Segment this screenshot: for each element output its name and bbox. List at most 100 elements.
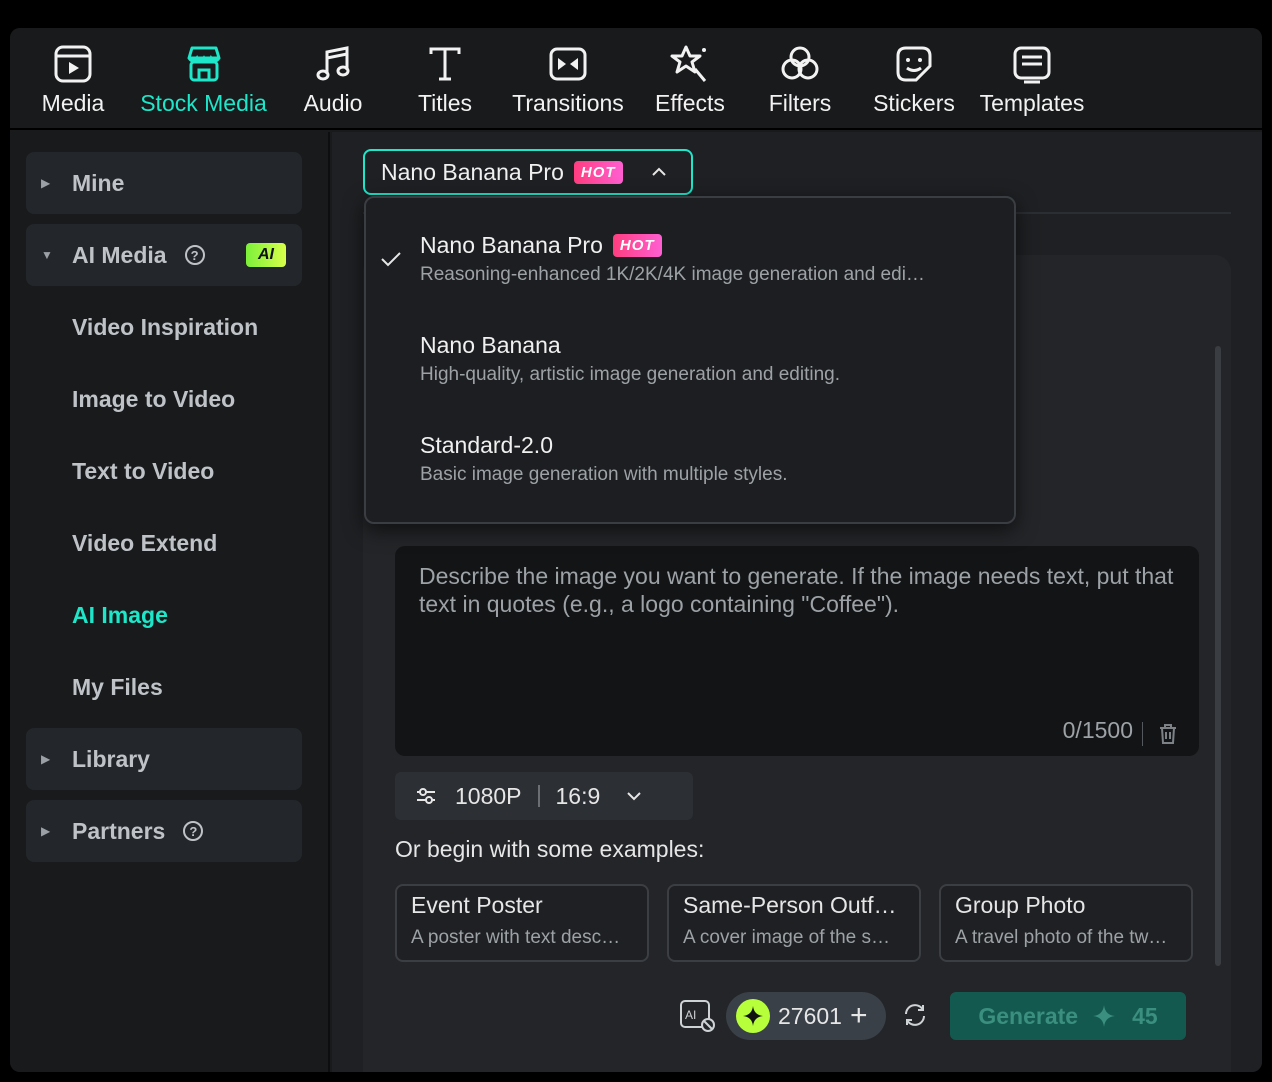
prompt-placeholder: Describe the image you want to generate.… — [419, 563, 1174, 617]
sticker-icon — [892, 42, 936, 86]
tab-stock-media-label: Stock Media — [140, 90, 267, 116]
sparkle-icon — [1093, 1005, 1115, 1027]
sidebar-group-mine[interactable]: ▶ Mine — [26, 152, 302, 214]
sidebar-item-text-to-video[interactable]: Text to Video — [72, 458, 214, 485]
tab-stickers[interactable]: Stickers — [870, 42, 958, 122]
sidebar-group-partners[interactable]: ▶ Partners ? — [26, 800, 302, 862]
help-icon[interactable]: ? — [184, 245, 205, 265]
store-icon — [182, 42, 226, 86]
tab-filters-label: Filters — [768, 90, 832, 116]
generate-cost: 45 — [1132, 1002, 1158, 1029]
sidebar-group-label: Library — [72, 745, 150, 772]
tab-titles[interactable]: Titles — [410, 42, 480, 122]
ai-detect-icon[interactable]: AI — [679, 998, 717, 1034]
chevron-right-icon: ▶ — [41, 824, 51, 838]
ratio-value: 16:9 — [555, 782, 601, 809]
divider — [1142, 722, 1143, 746]
scrollbar[interactable] — [1215, 346, 1221, 966]
sidebar: ▶ Mine ▼ AI Media ? AI Video Inspiration… — [10, 132, 330, 1072]
credits-pill[interactable]: 27601 + — [726, 992, 886, 1040]
hot-badge: HOT — [573, 160, 623, 184]
add-credits-icon[interactable]: + — [850, 1001, 868, 1031]
top-toolbar: Media Stock Media Audio Titles Transitio… — [10, 28, 1262, 130]
filter-circles-icon — [778, 42, 822, 86]
tab-transitions-label: Transitions — [512, 90, 624, 116]
example-card-title: Group Photo — [955, 892, 1086, 918]
chevron-up-icon — [651, 167, 666, 176]
sliders-icon — [417, 788, 435, 804]
model-option-nano-banana[interactable]: Nano Banana High-quality, artistic image… — [366, 298, 1014, 394]
trash-icon[interactable] — [1157, 722, 1179, 746]
model-option-name-text: Nano Banana — [420, 332, 561, 358]
svg-text:AI: AI — [685, 1008, 696, 1022]
tab-audio-label: Audio — [303, 90, 363, 116]
sidebar-group-label: Mine — [72, 169, 125, 196]
sidebar-group-label: AI Media — [72, 241, 167, 268]
generate-label: Generate — [978, 1002, 1079, 1029]
sidebar-item-video-inspiration[interactable]: Video Inspiration — [72, 314, 258, 341]
template-icon — [1010, 42, 1054, 86]
star-wand-icon — [668, 42, 712, 86]
tab-stickers-label: Stickers — [873, 90, 955, 116]
tab-audio[interactable]: Audio — [298, 42, 368, 122]
model-option-name-text: Standard-2.0 — [420, 432, 553, 458]
model-option-desc: High-quality, artistic image generation … — [420, 364, 840, 385]
model-option-name-text: Nano Banana Pro — [420, 232, 603, 258]
chevron-down-icon — [627, 792, 641, 801]
tab-titles-label: Titles — [417, 90, 473, 116]
tab-media-label: Media — [41, 90, 105, 116]
examples-title: Or begin with some examples: — [395, 836, 705, 862]
chevron-right-icon: ▶ — [41, 176, 51, 190]
model-option-name: Nano Banana Pro HOT — [420, 232, 662, 259]
example-card-desc: A cover image of the s… — [683, 927, 890, 948]
model-option-desc: Basic image generation with multiple sty… — [420, 464, 788, 485]
model-option-name: Standard-2.0 — [420, 432, 553, 459]
sidebar-item-image-to-video[interactable]: Image to Video — [72, 386, 235, 413]
text-t-icon — [423, 42, 467, 86]
sidebar-group-library[interactable]: ▶ Library — [26, 728, 302, 790]
sparkle-coin-icon — [736, 999, 770, 1033]
sidebar-item-my-files[interactable]: My Files — [72, 674, 163, 701]
example-card[interactable]: Group Photo A travel photo of the tw… — [939, 884, 1193, 962]
tab-stock-media[interactable]: Stock Media — [136, 42, 271, 122]
example-card-desc: A poster with text desc… — [411, 927, 621, 948]
model-option-name: Nano Banana — [420, 332, 561, 359]
model-select[interactable]: Nano Banana Pro HOT — [363, 149, 693, 195]
prompt-textarea[interactable]: Describe the image you want to generate.… — [395, 546, 1199, 756]
checkmark-icon — [381, 252, 401, 267]
media-icon — [51, 42, 95, 86]
example-card-title: Event Poster — [411, 892, 543, 918]
example-card[interactable]: Event Poster A poster with text desc… — [395, 884, 649, 962]
tab-media[interactable]: Media — [38, 42, 108, 122]
char-count: 0/1500 — [1062, 717, 1133, 743]
refresh-icon[interactable] — [902, 1002, 928, 1028]
tab-templates-label: Templates — [979, 90, 1085, 116]
tab-effects-label: Effects — [655, 90, 725, 116]
sidebar-group-label: Partners — [72, 817, 166, 844]
app-window: Media Stock Media Audio Titles Transitio… — [10, 28, 1262, 1072]
hot-badge: HOT — [612, 234, 662, 257]
sidebar-group-ai-media[interactable]: ▼ AI Media ? AI — [26, 224, 302, 286]
divider — [537, 785, 540, 807]
model-option-standard-2[interactable]: Standard-2.0 Basic image generation with… — [366, 398, 1014, 494]
music-note-icon — [311, 42, 355, 86]
sidebar-item-ai-image[interactable]: AI Image — [72, 602, 168, 629]
chevron-right-icon: ▶ — [41, 752, 51, 766]
tab-transitions[interactable]: Transitions — [508, 42, 628, 122]
model-dropdown-menu: Nano Banana Pro HOT Reasoning-enhanced 1… — [364, 196, 1016, 524]
help-icon[interactable]: ? — [183, 821, 204, 841]
chevron-down-icon: ▼ — [41, 248, 53, 262]
generate-button[interactable]: Generate 45 — [950, 992, 1186, 1040]
model-select-value: Nano Banana Pro — [381, 158, 564, 185]
tab-effects[interactable]: Effects — [650, 42, 730, 122]
credits-value: 27601 — [778, 1002, 842, 1029]
sidebar-item-video-extend[interactable]: Video Extend — [72, 530, 217, 557]
example-card[interactable]: Same-Person Outf… A cover image of the s… — [667, 884, 921, 962]
tab-filters[interactable]: Filters — [762, 42, 838, 122]
tab-templates[interactable]: Templates — [976, 42, 1088, 122]
model-option-desc: Reasoning-enhanced 1K/2K/4K image genera… — [420, 264, 925, 285]
example-card-desc: A travel photo of the tw… — [955, 927, 1168, 948]
model-option-nano-banana-pro[interactable]: Nano Banana Pro HOT Reasoning-enhanced 1… — [366, 198, 1014, 294]
output-settings-dropdown[interactable]: 1080P 16:9 — [395, 772, 693, 820]
transition-icon — [546, 42, 590, 86]
